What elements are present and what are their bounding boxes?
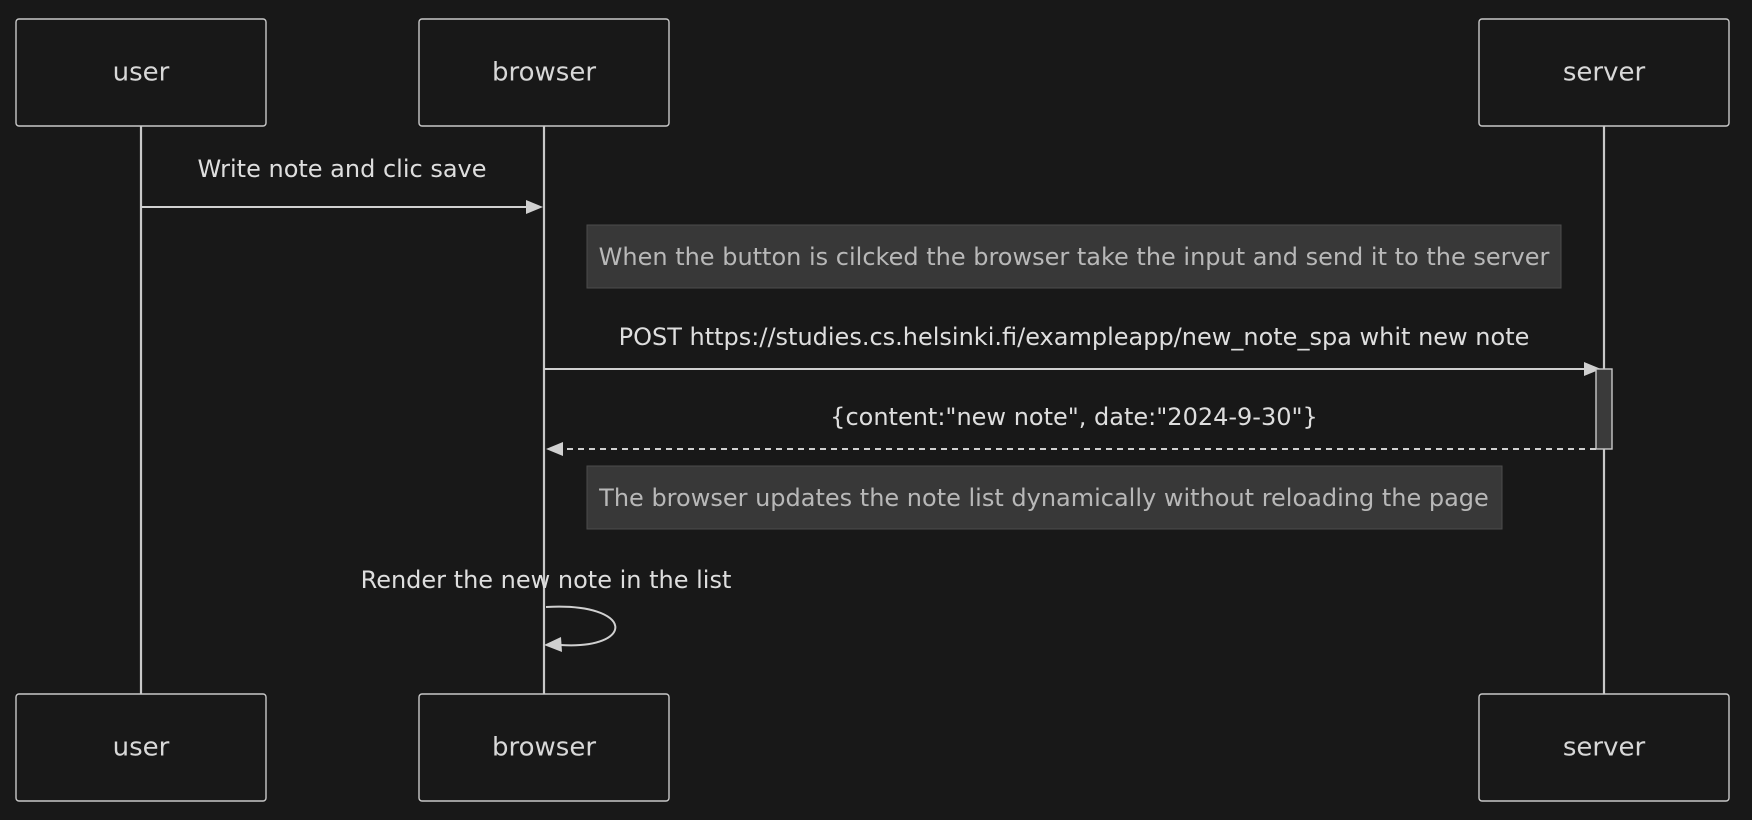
actor-label: server — [1563, 58, 1646, 88]
note-label: The browser updates the note list dynami… — [598, 484, 1489, 512]
message-label: Write note and clic save — [197, 155, 486, 183]
actor-label: server — [1563, 733, 1646, 763]
server-activation-bar — [1595, 368, 1613, 450]
message-label: Render the new note in the list — [361, 566, 732, 594]
message-json-response: {content:"new note", date:"2024-9-30"} — [546, 403, 1596, 456]
message-label: POST https://studies.cs.helsinki.fi/exam… — [619, 323, 1530, 351]
actor-label: user — [113, 733, 170, 763]
actor-server-top: server — [1478, 18, 1730, 127]
actor-user-top: user — [15, 18, 267, 127]
message-render-note: Render the new note in the list — [361, 566, 732, 652]
note-label: When the button is cilcked the browser t… — [599, 243, 1550, 271]
actor-browser-bottom: browser — [418, 693, 670, 802]
message-post-request: POST https://studies.cs.helsinki.fi/exam… — [544, 323, 1601, 376]
message-write-note: Write note and clic save — [141, 155, 543, 214]
actor-label: user — [113, 58, 170, 88]
message-label: {content:"new note", date:"2024-9-30"} — [830, 403, 1318, 431]
arrowhead-icon — [544, 637, 562, 652]
sequence-diagram: user browser server Write note and clic … — [15, 18, 1730, 802]
actor-server-bottom: server — [1478, 693, 1730, 802]
actor-browser-top: browser — [418, 18, 670, 127]
arrowhead-icon — [526, 200, 543, 214]
arrowhead-icon — [546, 442, 563, 456]
note-dynamic-update: The browser updates the note list dynami… — [586, 465, 1503, 530]
actor-user-bottom: user — [15, 693, 267, 802]
actor-label: browser — [492, 733, 596, 763]
note-button-clicked: When the button is cilcked the browser t… — [586, 224, 1562, 289]
actor-label: browser — [492, 58, 596, 88]
